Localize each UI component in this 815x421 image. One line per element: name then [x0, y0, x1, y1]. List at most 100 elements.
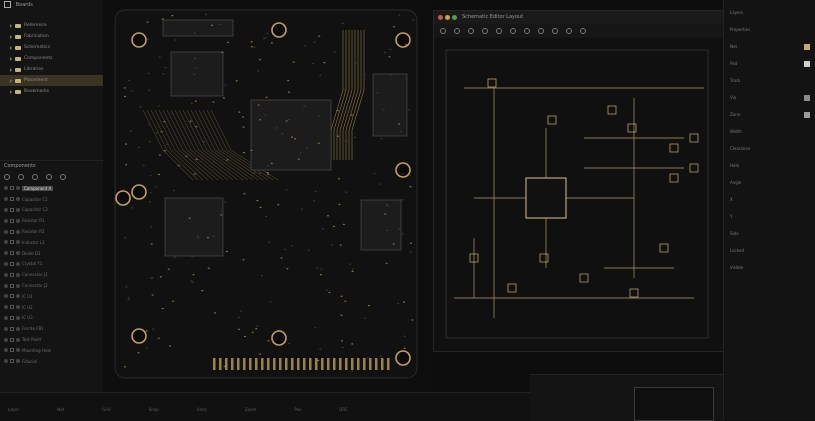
checkbox[interactable]: [10, 186, 14, 191]
lock-icon[interactable]: [16, 283, 20, 288]
color-swatch[interactable]: [804, 60, 810, 67]
lock-icon[interactable]: [16, 326, 20, 331]
property-row[interactable]: X: [724, 191, 815, 208]
list-item[interactable]: Capacitor C1: [0, 194, 103, 205]
list-item[interactable]: Diode D1: [0, 248, 103, 259]
chevron-right-icon[interactable]: [10, 45, 12, 50]
list-item[interactable]: IC U3: [0, 313, 103, 324]
visibility-icon[interactable]: [4, 305, 8, 310]
lock-icon[interactable]: [16, 272, 20, 277]
checkbox[interactable]: [10, 337, 14, 342]
visibility-icon[interactable]: [4, 251, 8, 256]
checkbox[interactable]: [10, 240, 14, 245]
visibility-icon[interactable]: [4, 348, 8, 353]
lock-icon[interactable]: [16, 207, 20, 212]
checkbox[interactable]: [10, 251, 14, 256]
tree-item[interactable]: Components: [0, 53, 103, 64]
sort-icon[interactable]: [32, 174, 38, 180]
property-row[interactable]: Zone: [724, 106, 815, 123]
visibility-icon[interactable]: [4, 272, 8, 277]
lock-icon[interactable]: [16, 348, 20, 353]
symbol-tool-icon[interactable]: [510, 28, 516, 34]
tree-item[interactable]: Placement: [0, 75, 103, 86]
property-row[interactable]: Hole: [724, 157, 815, 174]
lock-icon[interactable]: [16, 337, 20, 342]
checkbox[interactable]: [10, 359, 14, 364]
list-item[interactable]: Component A: [0, 183, 103, 194]
property-row[interactable]: Side: [724, 225, 815, 242]
list-item[interactable]: Inductor L1: [0, 237, 103, 248]
tree-item[interactable]: Schematics: [0, 42, 103, 53]
list-item[interactable]: Fiducial: [0, 356, 103, 367]
collapse-icon[interactable]: [60, 174, 66, 180]
lock-icon[interactable]: [16, 315, 20, 320]
lock-icon[interactable]: [16, 218, 20, 223]
lock-icon[interactable]: [16, 197, 20, 202]
color-swatch[interactable]: [804, 94, 810, 101]
visibility-icon[interactable]: [4, 294, 8, 299]
lock-icon[interactable]: [16, 305, 20, 310]
checkbox[interactable]: [10, 294, 14, 299]
list-item[interactable]: Connector J2: [0, 280, 103, 291]
checkbox[interactable]: [10, 315, 14, 320]
visibility-icon[interactable]: [4, 359, 8, 364]
pcb-canvas[interactable]: [103, 0, 433, 392]
property-row[interactable]: Visible: [724, 259, 815, 276]
visibility-icon[interactable]: [4, 218, 8, 223]
property-row[interactable]: Locked: [724, 242, 815, 259]
visibility-icon[interactable]: [4, 229, 8, 234]
visibility-icon[interactable]: [4, 186, 8, 191]
chevron-right-icon[interactable]: [10, 67, 12, 72]
zoom-tool-icon[interactable]: [566, 28, 572, 34]
bus-tool-icon[interactable]: [468, 28, 474, 34]
text-tool-icon[interactable]: [552, 28, 558, 34]
checkbox[interactable]: [10, 272, 14, 277]
checkbox[interactable]: [10, 348, 14, 353]
list-item[interactable]: IC U1: [0, 291, 103, 302]
refresh-icon[interactable]: [4, 174, 10, 180]
grid-tool-icon[interactable]: [580, 28, 586, 34]
property-row[interactable]: Clearance: [724, 140, 815, 157]
chevron-right-icon[interactable]: [10, 56, 12, 61]
chevron-right-icon[interactable]: [10, 89, 12, 94]
checkbox[interactable]: [10, 305, 14, 310]
checkbox[interactable]: [10, 207, 14, 212]
list-item[interactable]: IC U2: [0, 302, 103, 313]
list-item[interactable]: Resistor R1: [0, 215, 103, 226]
maximize-window-button[interactable]: [452, 15, 457, 20]
noconnect-tool-icon[interactable]: [538, 28, 544, 34]
tree-item[interactable]: Fabrication: [0, 31, 103, 42]
chevron-right-icon[interactable]: [10, 23, 12, 28]
lock-icon[interactable]: [16, 251, 20, 256]
pcb-board-render[interactable]: [103, 0, 433, 392]
minimize-window-button[interactable]: [445, 15, 450, 20]
schematic-canvas[interactable]: [434, 38, 722, 348]
visibility-icon[interactable]: [4, 207, 8, 212]
expand-icon[interactable]: [46, 174, 52, 180]
close-window-button[interactable]: [438, 15, 443, 20]
chevron-right-icon[interactable]: [10, 78, 12, 83]
property-row[interactable]: Pad: [724, 55, 815, 72]
tree-item[interactable]: Reference: [0, 20, 103, 31]
lock-icon[interactable]: [16, 359, 20, 364]
power-tool-icon[interactable]: [496, 28, 502, 34]
list-item[interactable]: Capacitor C2: [0, 205, 103, 216]
tree-item[interactable]: Bookmarks: [0, 86, 103, 97]
list-item[interactable]: Ferrite FB1: [0, 323, 103, 334]
visibility-icon[interactable]: [4, 240, 8, 245]
property-row[interactable]: Layers: [724, 4, 815, 21]
checkbox[interactable]: [10, 326, 14, 331]
lock-icon[interactable]: [16, 186, 20, 191]
lock-icon[interactable]: [16, 229, 20, 234]
list-item[interactable]: Mounting Hole: [0, 345, 103, 356]
property-row[interactable]: Width: [724, 123, 815, 140]
checkbox[interactable]: [10, 218, 14, 223]
visibility-icon[interactable]: [4, 283, 8, 288]
list-item[interactable]: Connector J1: [0, 269, 103, 280]
filter-icon[interactable]: [18, 174, 24, 180]
property-row[interactable]: Track: [724, 72, 815, 89]
list-item[interactable]: Test Point: [0, 334, 103, 345]
color-swatch[interactable]: [804, 111, 810, 118]
visibility-icon[interactable]: [4, 315, 8, 320]
list-item[interactable]: Crystal Y1: [0, 259, 103, 270]
